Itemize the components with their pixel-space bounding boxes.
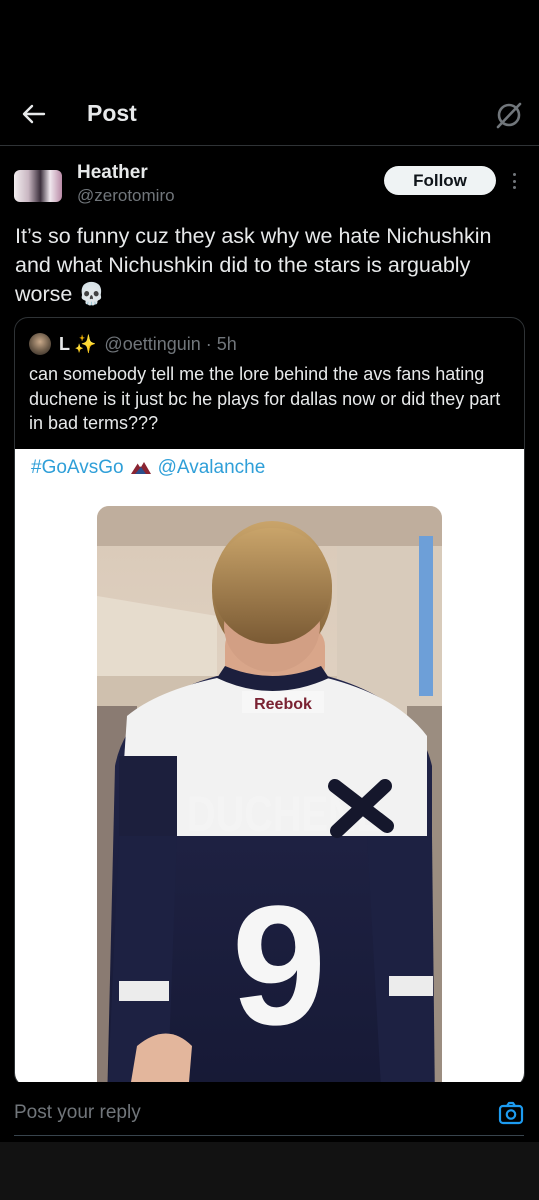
page-title: Post [87, 100, 137, 126]
arrow-left-icon [22, 104, 46, 124]
hashtag-text: #GoAvsGo [31, 457, 124, 478]
author-row: Heather @zerotomiro Follow [0, 156, 539, 212]
sparkle-icon: ✨ [74, 333, 97, 354]
reply-placeholder: Post your reply [14, 1102, 141, 1123]
quoted-handle-time: @oettinguin · 5h [104, 333, 237, 354]
jersey-number-text: 9 [232, 871, 327, 1061]
avatar[interactable] [14, 170, 62, 202]
mention-text: @Avalanche [157, 457, 266, 478]
reply-input[interactable]: Post your reply [14, 1090, 524, 1136]
follow-button[interactable]: Follow [384, 166, 496, 195]
status-bar [0, 0, 539, 80]
image-caption: #GoAvsGo @Avalanche [31, 457, 265, 479]
top-app-bar: Post [0, 82, 539, 146]
camera-icon[interactable] [498, 1100, 524, 1126]
quoted-post-text: can somebody tell me the lore behind the… [29, 364, 501, 433]
avalanche-logo-icon [130, 462, 151, 474]
jersey-brand-text: Reebok [254, 696, 312, 713]
reply-bar: Post your reply [0, 1082, 539, 1142]
quoted-author-name: L [59, 333, 70, 354]
quoted-image[interactable]: #GoAvsGo @Avalanche Reebok DUCHENE 9 [15, 449, 524, 1086]
back-button[interactable] [18, 98, 50, 130]
quoted-avatar [29, 333, 51, 355]
no-sign-icon[interactable] [494, 100, 524, 130]
jersey-photo: Reebok DUCHENE 9 [97, 506, 442, 1086]
system-nav-bar [0, 1142, 539, 1200]
vertical-dots-icon[interactable] [507, 170, 521, 192]
author-handle[interactable]: @zerotomiro [77, 186, 175, 206]
post-body-text: It’s so funny cuz they ask why we hate N… [15, 224, 492, 306]
quoted-post-header: L ✨ @oettinguin · 5h [29, 332, 237, 356]
author-name[interactable]: Heather [77, 162, 148, 184]
quoted-post-card[interactable]: L ✨ @oettinguin · 5h can somebody tell m… [14, 317, 525, 1087]
